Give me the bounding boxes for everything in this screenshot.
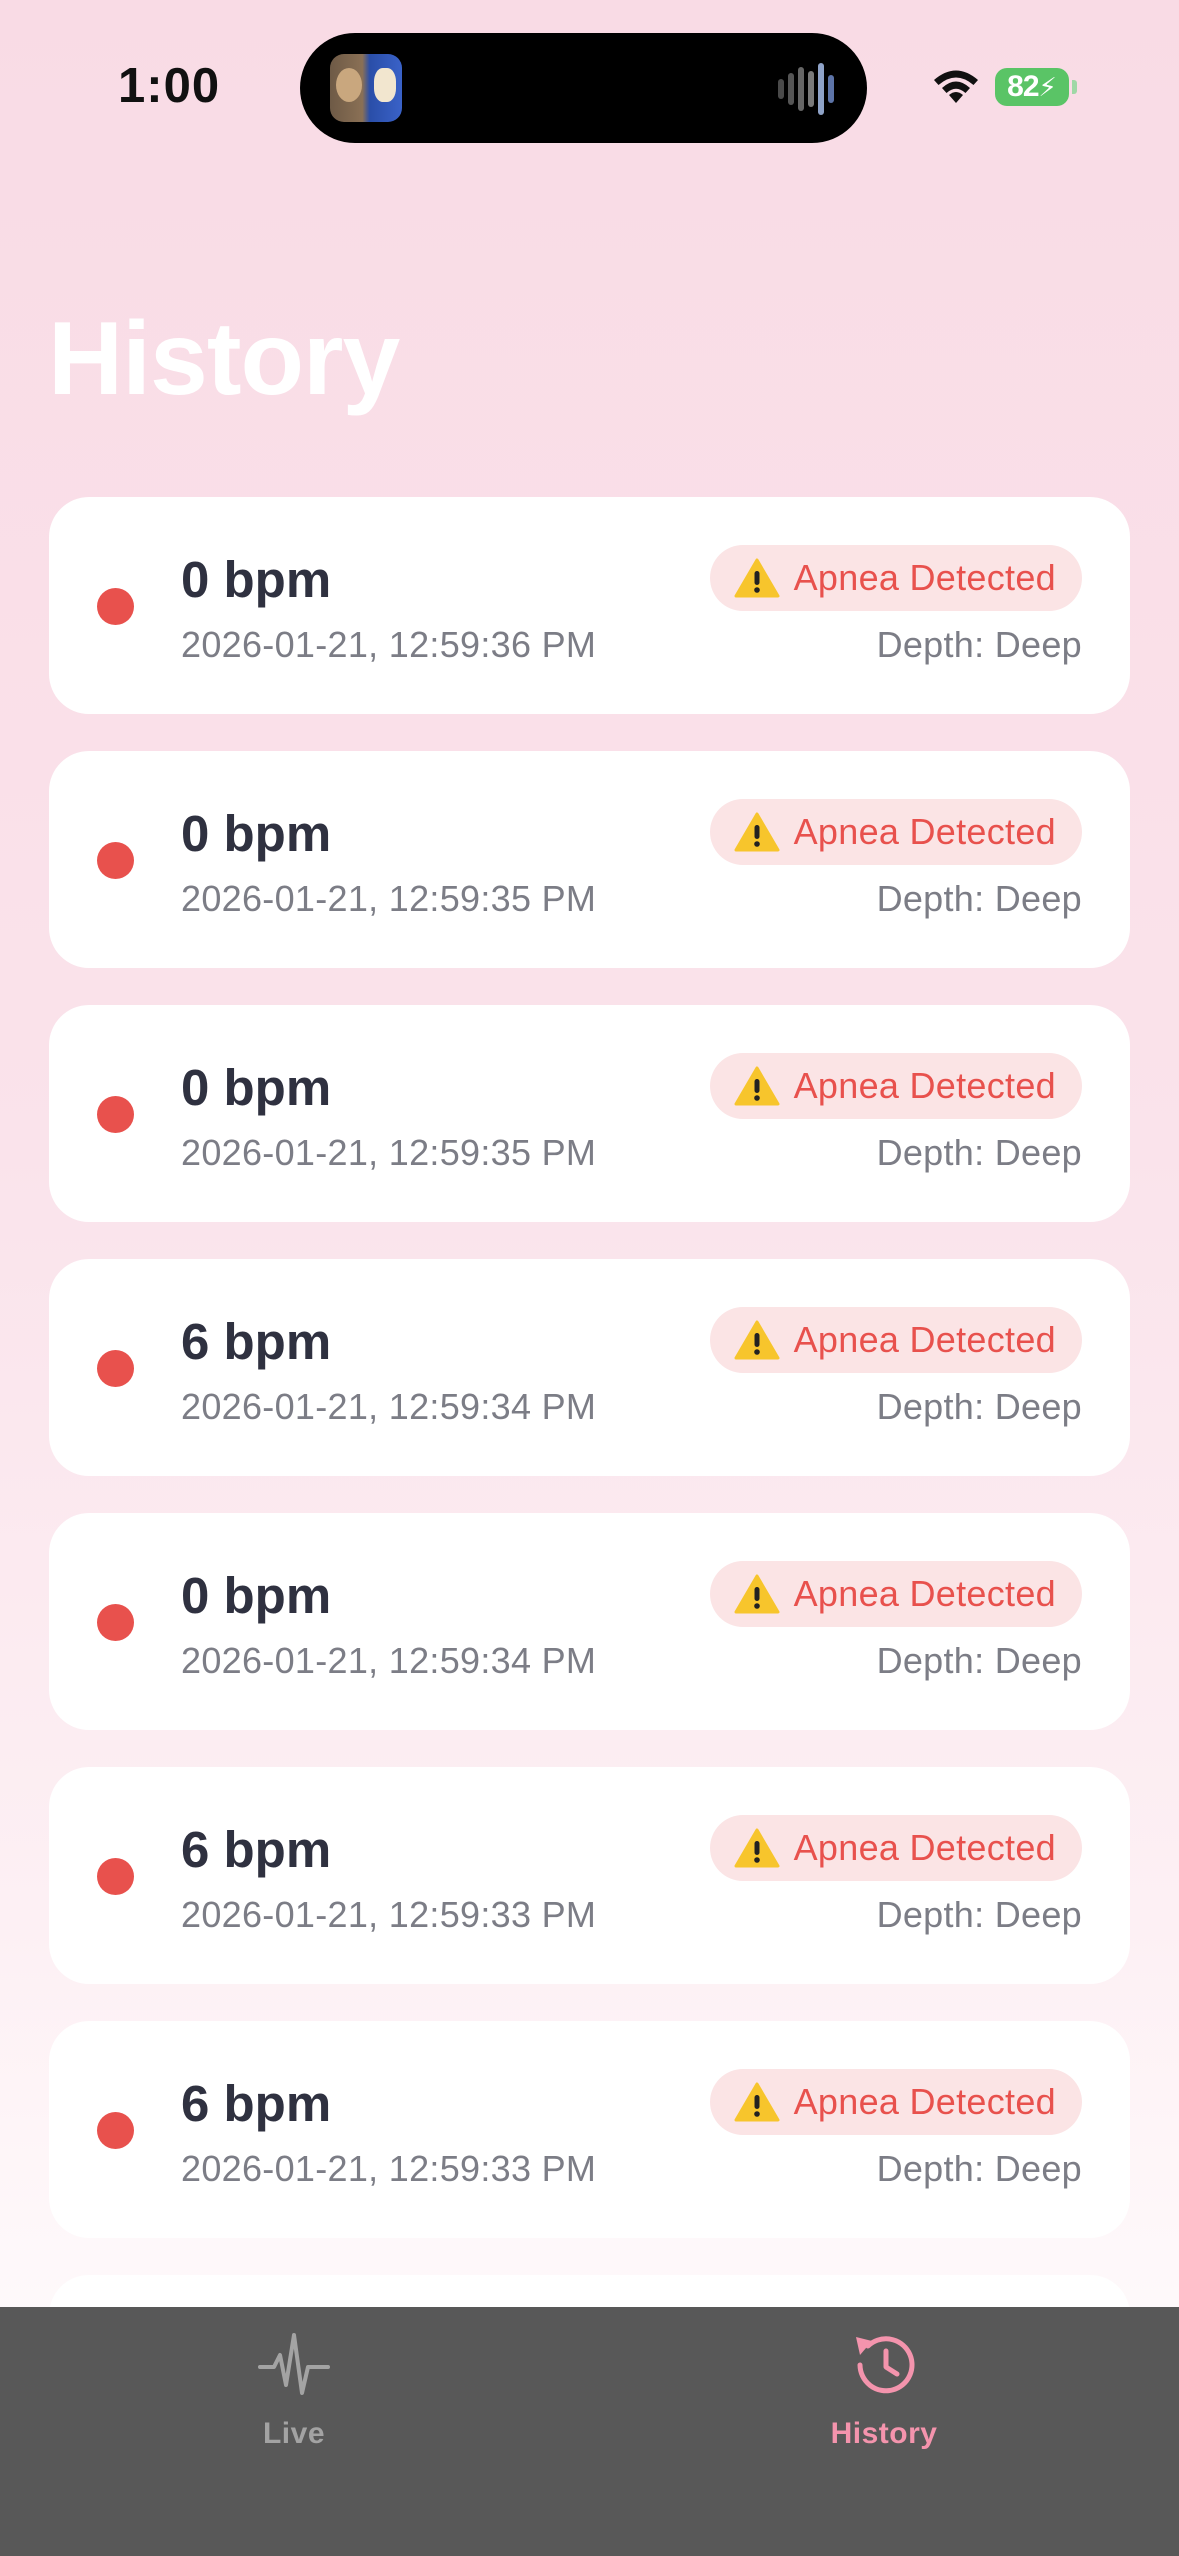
page-title: History: [48, 301, 400, 417]
depth-label: Depth: Deep: [876, 2148, 1082, 2189]
apnea-badge: Apnea Detected: [709, 1053, 1082, 1119]
depth-label: Depth: Deep: [876, 624, 1082, 665]
history-card[interactable]: 0 bpm 2026-01-21, 12:59:34 PM Apnea Dete…: [49, 1513, 1130, 1730]
bpm-value: 0 bpm: [181, 1059, 332, 1116]
bpm-value: 0 bpm: [181, 551, 332, 608]
alert-status-dot: [97, 1858, 134, 1895]
clock-history-icon: [856, 2336, 915, 2394]
bpm-value: 6 bpm: [181, 1313, 332, 1370]
battery-percent: 82: [1007, 70, 1039, 103]
history-card[interactable]: 6 bpm 2026-01-21, 12:59:33 PM Apnea Dete…: [49, 2021, 1130, 2238]
alert-status-dot: [97, 1350, 134, 1387]
alert-status-dot: [97, 588, 134, 625]
alert-status-dot: [97, 1604, 134, 1641]
timestamp: 2026-01-21, 12:59:35 PM: [181, 878, 597, 919]
history-card[interactable]: [49, 2275, 1130, 2307]
apnea-badge: Apnea Detected: [709, 2069, 1082, 2135]
tab-bar: Live History: [0, 2307, 1179, 2556]
warning-icon: [734, 1828, 780, 1868]
alert-status-dot: [97, 842, 134, 879]
depth-label: Depth: Deep: [876, 1640, 1082, 1681]
apnea-badge-label: Apnea Detected: [793, 811, 1056, 852]
apnea-badge-label: Apnea Detected: [793, 1827, 1056, 1868]
warning-icon: [734, 1320, 780, 1360]
waveform-pulse-icon: [258, 2333, 330, 2395]
timestamp: 2026-01-21, 12:59:35 PM: [181, 1132, 597, 1173]
tab-live[interactable]: Live: [144, 2327, 444, 2477]
status-bar: 1:00 82 ⚡: [0, 0, 1179, 170]
tab-history-label: History: [830, 2417, 938, 2450]
depth-label: Depth: Deep: [876, 878, 1082, 919]
now-playing-artwork[interactable]: [330, 54, 402, 122]
status-time: 1:00: [118, 59, 221, 113]
apnea-badge: Apnea Detected: [709, 1307, 1082, 1373]
bpm-value: 0 bpm: [181, 1567, 332, 1624]
apnea-badge-label: Apnea Detected: [793, 1573, 1056, 1614]
apnea-badge-label: Apnea Detected: [793, 2081, 1056, 2122]
warning-icon: [734, 812, 780, 852]
apnea-badge-label: Apnea Detected: [793, 1319, 1056, 1360]
apnea-badge: Apnea Detected: [709, 1561, 1082, 1627]
wifi-icon: [934, 70, 978, 103]
history-card[interactable]: 6 bpm 2026-01-21, 12:59:33 PM Apnea Dete…: [49, 1767, 1130, 1984]
timestamp: 2026-01-21, 12:59:34 PM: [181, 1386, 597, 1427]
apnea-badge: Apnea Detected: [709, 545, 1082, 611]
timestamp: 2026-01-21, 12:59:34 PM: [181, 1640, 597, 1681]
status-indicators: 82 ⚡: [931, 62, 1077, 112]
depth-label: Depth: Deep: [876, 1386, 1082, 1427]
battery-indicator: 82 ⚡: [995, 68, 1077, 106]
depth-label: Depth: Deep: [876, 1132, 1082, 1173]
timestamp: 2026-01-21, 12:59:33 PM: [181, 2148, 597, 2189]
tab-history[interactable]: History: [734, 2327, 1034, 2477]
tab-live-label: Live: [262, 2417, 326, 2450]
bpm-value: 6 bpm: [181, 1821, 332, 1878]
apnea-badge: Apnea Detected: [709, 1815, 1082, 1881]
timestamp: 2026-01-21, 12:59:33 PM: [181, 1894, 597, 1935]
history-card[interactable]: 0 bpm 2026-01-21, 12:59:35 PM Apnea Dete…: [49, 1005, 1130, 1222]
apnea-badge-label: Apnea Detected: [793, 557, 1056, 598]
audio-waveform-icon: [778, 63, 834, 115]
dynamic-island[interactable]: [300, 33, 867, 143]
charging-bolt-icon: ⚡: [1038, 71, 1057, 102]
warning-icon: [734, 558, 780, 598]
history-card[interactable]: 6 bpm 2026-01-21, 12:59:34 PM Apnea Dete…: [49, 1259, 1130, 1476]
bpm-value: 6 bpm: [181, 2075, 332, 2132]
depth-label: Depth: Deep: [876, 1894, 1082, 1935]
timestamp: 2026-01-21, 12:59:36 PM: [181, 624, 597, 665]
apnea-badge: Apnea Detected: [709, 799, 1082, 865]
alert-status-dot: [97, 1096, 134, 1133]
history-card[interactable]: 0 bpm 2026-01-21, 12:59:35 PM Apnea Dete…: [49, 751, 1130, 968]
warning-icon: [734, 1574, 780, 1614]
history-card[interactable]: 0 bpm 2026-01-21, 12:59:36 PM Apnea Dete…: [49, 497, 1130, 714]
warning-icon: [734, 2082, 780, 2122]
warning-icon: [734, 1066, 780, 1106]
bpm-value: 0 bpm: [181, 805, 332, 862]
apnea-badge-label: Apnea Detected: [793, 1065, 1056, 1106]
alert-status-dot: [97, 2112, 134, 2149]
history-list[interactable]: 0 bpm 2026-01-21, 12:59:36 PM Apnea Dete…: [49, 497, 1130, 2307]
